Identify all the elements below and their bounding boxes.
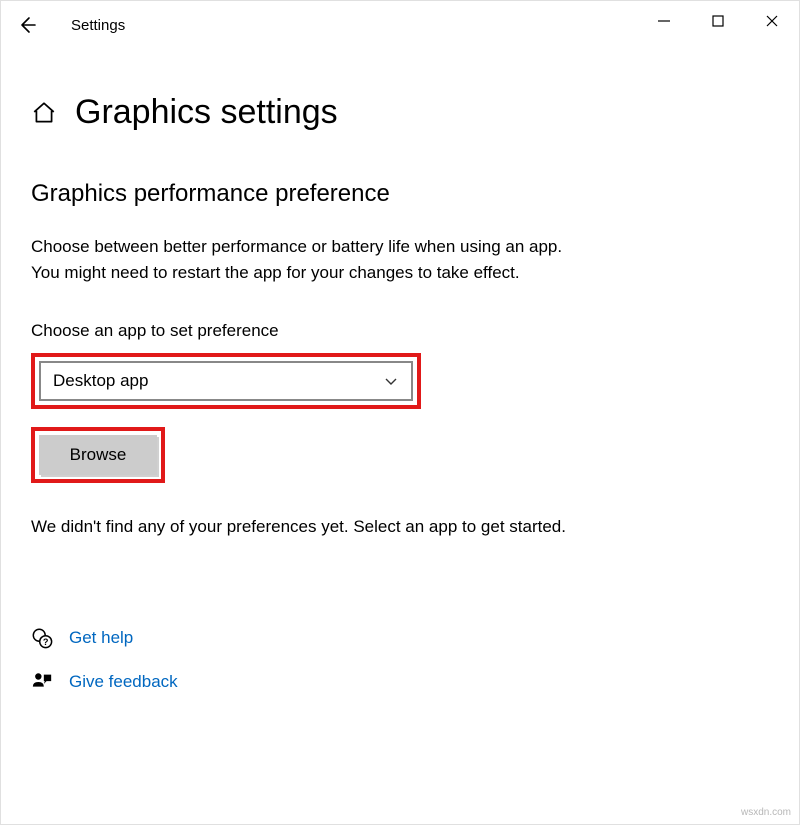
app-type-dropdown[interactable]: Desktop app <box>39 361 413 401</box>
maximize-button[interactable] <box>691 1 745 41</box>
choose-app-label: Choose an app to set preference <box>31 321 769 341</box>
browse-highlight: Browse <box>31 427 165 483</box>
page-header: Graphics settings <box>31 93 769 132</box>
minimize-button[interactable] <box>637 1 691 41</box>
watermark: wsxdn.com <box>741 807 791 818</box>
help-icon: ? <box>31 627 53 649</box>
back-button[interactable] <box>7 5 47 45</box>
give-feedback-link[interactable]: Give feedback <box>69 672 178 692</box>
chevron-down-icon <box>383 373 399 389</box>
close-icon <box>765 14 779 28</box>
svg-text:?: ? <box>43 637 49 647</box>
dropdown-highlight: Desktop app <box>31 353 421 409</box>
minimize-icon <box>657 14 671 28</box>
titlebar: Settings <box>1 1 799 49</box>
maximize-icon <box>711 14 725 28</box>
back-arrow-icon <box>17 15 37 35</box>
content-area: Graphics settings Graphics performance p… <box>1 49 799 739</box>
browse-button[interactable]: Browse <box>39 435 157 475</box>
desc-line1: Choose between better performance or bat… <box>31 237 562 256</box>
status-text: We didn't find any of your preferences y… <box>31 517 769 537</box>
get-help-row[interactable]: ? Get help <box>31 627 769 649</box>
give-feedback-row[interactable]: Give feedback <box>31 671 769 693</box>
get-help-link[interactable]: Get help <box>69 628 133 648</box>
window-title: Settings <box>71 17 125 34</box>
section-title: Graphics performance preference <box>31 180 769 208</box>
dropdown-value: Desktop app <box>53 371 148 391</box>
page-title: Graphics settings <box>75 93 338 132</box>
home-icon[interactable] <box>31 100 57 126</box>
section-description: Choose between better performance or bat… <box>31 234 769 285</box>
close-button[interactable] <box>745 1 799 41</box>
settings-window: Settings <box>0 0 800 825</box>
feedback-icon <box>31 671 53 693</box>
desc-line2: You might need to restart the app for yo… <box>31 263 520 282</box>
